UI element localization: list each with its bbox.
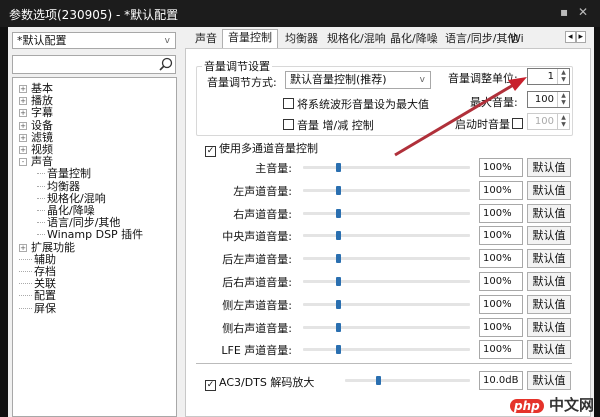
watermark-logo: php xyxy=(510,399,544,413)
watermark-text: 中文网 xyxy=(548,396,594,414)
watermark: php 中文网 xyxy=(510,394,594,415)
red-arrow-annotation xyxy=(394,77,527,157)
